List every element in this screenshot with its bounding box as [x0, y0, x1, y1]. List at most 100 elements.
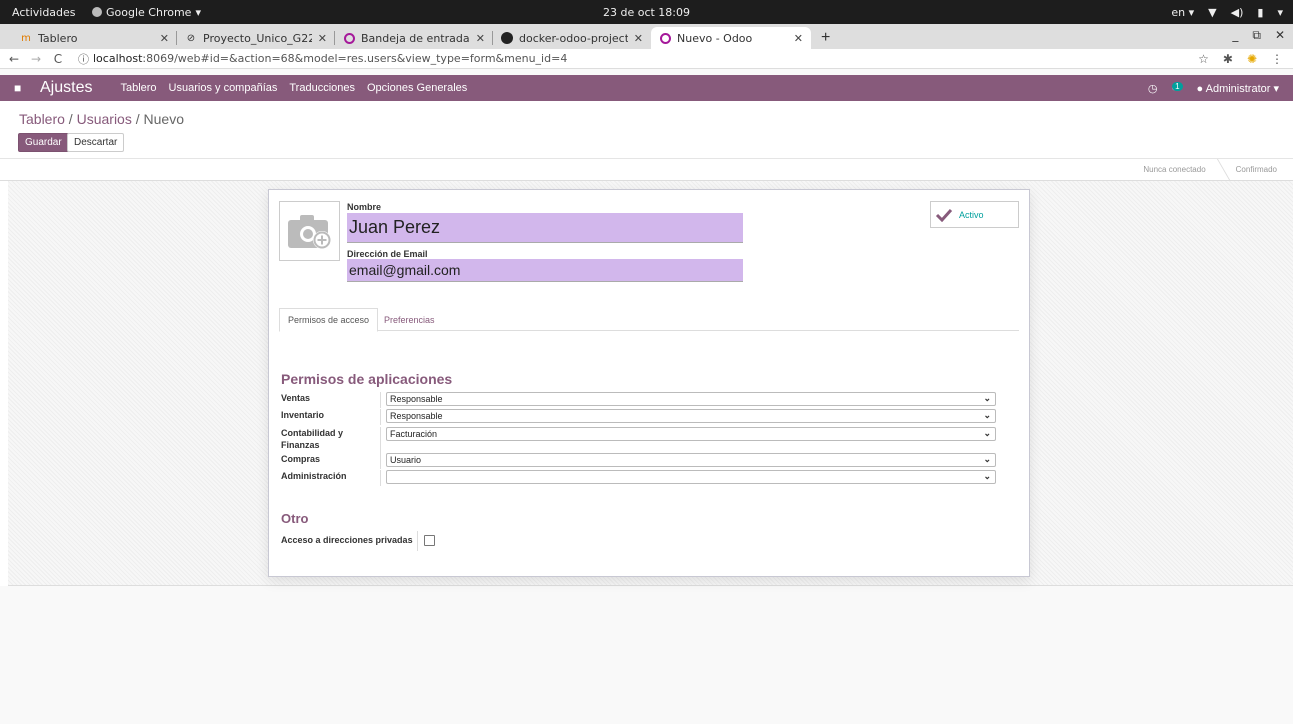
app-menu[interactable]: Google Chrome ▾ [92, 6, 201, 19]
extensions-icon[interactable]: ✱ [1223, 52, 1233, 66]
permission-select[interactable]: Responsable ⌄ [386, 409, 996, 423]
url-path: :8069/web#id=&action=68&model=res.users&… [142, 52, 568, 65]
permission-select[interactable]: ⌄ [386, 470, 996, 484]
odoo-logo-icon [343, 32, 355, 44]
battery-icon: ▮ [1257, 5, 1264, 19]
url-field[interactable]: ⓘ localhost:8069/web#id=&action=68&model… [78, 51, 567, 67]
name-field[interactable]: Juan Perez [347, 213, 743, 243]
chevron-down-icon: ⌄ [983, 393, 991, 403]
permission-row: Contabilidad y Finanzas Facturación ⌄ [281, 427, 1007, 453]
main-menu: Tablero Usuarios y compañías Traduccione… [114, 82, 473, 94]
menu-item[interactable]: Usuarios y compañías [163, 82, 284, 94]
activities-button[interactable]: Actividades [12, 6, 76, 19]
browser-tab[interactable]: docker-odoo-project/doc ✕ [493, 27, 651, 49]
chat-count-badge: 1 [1172, 82, 1183, 91]
permission-label: Inventario [281, 410, 325, 420]
status-stage[interactable]: Confirmado [1228, 159, 1285, 180]
save-button[interactable]: Guardar [18, 133, 69, 152]
email-value: email@gmail.com [349, 262, 461, 278]
breadcrumb-link[interactable]: Usuarios [77, 111, 132, 127]
forward-arrow-icon[interactable]: → [28, 52, 44, 66]
statusbar: Nunca conectado Confirmado [1135, 159, 1285, 180]
tab-preferences[interactable]: Preferencias [376, 308, 443, 332]
close-icon[interactable]: ✕ [160, 32, 169, 45]
odoo-systray: ◷ ●1 ● Administrator ▾ [1148, 82, 1279, 95]
select-value: Responsable [390, 411, 443, 421]
reload-icon[interactable]: C [50, 52, 66, 66]
menu-item[interactable]: Opciones Generales [361, 82, 473, 94]
email-field[interactable]: email@gmail.com [347, 259, 743, 282]
control-panel: Tablero / Usuarios / Nuevo Guardar Desca… [0, 101, 1293, 158]
discard-button[interactable]: Descartar [67, 133, 125, 152]
tab-title: Proyecto_Unico_G22020.p [203, 31, 312, 45]
select-value: Responsable [390, 394, 443, 404]
chevron-down-icon: ⌄ [983, 428, 991, 438]
volume-icon: ◀) [1230, 5, 1244, 19]
browser-actions: ☆ ✱ ✺ ⋮ [1198, 52, 1283, 66]
browser-tab[interactable]: Bandeja de entrada - Odo ✕ [335, 27, 493, 49]
chat-icon[interactable]: ●1 [1171, 82, 1183, 94]
notebook-tabs: Permisos de acceso Preferencias [279, 308, 1019, 332]
github-icon [501, 32, 513, 44]
close-icon[interactable]: ✕ [794, 32, 803, 45]
other-section-title: Otro [281, 511, 309, 526]
permission-row: Ventas Responsable ⌄ [281, 392, 1007, 408]
private-access-checkbox[interactable] [424, 535, 435, 546]
menu-item[interactable]: Traducciones [283, 82, 361, 94]
tab-title: Tablero [38, 31, 78, 45]
kebab-menu-icon[interactable]: ⋮ [1271, 52, 1283, 66]
system-tray[interactable]: en ▾ ▼ ◀) ▮ ▾ [1171, 6, 1283, 19]
permission-select[interactable]: Facturación ⌄ [386, 427, 996, 441]
user-name: Administrator [1205, 82, 1271, 95]
browser-tab-strip: m Tablero ✕ ⊘ Proyecto_Unico_G22020.p ✕ … [0, 24, 1293, 49]
name-value: Juan Perez [349, 217, 441, 237]
tab-label: Permisos de acceso [288, 315, 370, 325]
name-label: Nombre [347, 202, 382, 212]
new-tab-button[interactable]: + [811, 27, 840, 49]
close-icon[interactable]: ✕ [318, 32, 327, 45]
browser-tab-active[interactable]: Nuevo - Odoo ✕ [651, 27, 811, 49]
close-icon[interactable]: ✕ [1275, 28, 1285, 43]
odoo-logo-icon [659, 32, 671, 44]
info-icon[interactable]: ⓘ [78, 51, 89, 67]
back-arrow-icon[interactable]: ← [6, 52, 22, 66]
email-label: Dirección de Email [347, 249, 428, 259]
url-host: localhost [93, 52, 143, 65]
active-label: Activo [959, 209, 984, 220]
permission-select[interactable]: Responsable ⌄ [386, 392, 996, 406]
permission-row: Compras Usuario ⌄ [281, 453, 1007, 469]
close-icon[interactable]: ✕ [634, 32, 643, 45]
system-top-bar: Actividades Google Chrome ▾ 23 de oct 18… [0, 0, 1293, 24]
form-statusbar-row: Nunca conectado Confirmado [0, 158, 1293, 181]
permission-label: Compras [281, 454, 321, 464]
extension-icon[interactable]: ✺ [1247, 52, 1257, 66]
select-value: Facturación [390, 429, 438, 439]
permission-select[interactable]: Usuario ⌄ [386, 453, 996, 467]
chevron-down-icon: ▾ [1277, 5, 1283, 19]
breadcrumb-separator: / [64, 111, 77, 127]
breadcrumb-link[interactable]: Tablero [19, 111, 65, 127]
browser-tab[interactable]: ⊘ Proyecto_Unico_G22020.p ✕ [177, 27, 335, 49]
minimize-icon[interactable]: _ [1232, 28, 1238, 43]
restore-icon[interactable]: ⧉ [1252, 28, 1261, 43]
browser-tab[interactable]: m Tablero ✕ [12, 27, 177, 49]
language-label: en [1171, 5, 1186, 19]
active-toggle-button[interactable]: Activo [930, 201, 1019, 228]
user-menu[interactable]: ● Administrator ▾ [1197, 82, 1279, 95]
avatar-upload[interactable] [279, 201, 340, 261]
menu-item[interactable]: Tablero [114, 82, 162, 94]
permission-row: Administración ⌄ [281, 470, 1007, 486]
star-icon[interactable]: ☆ [1198, 52, 1209, 66]
tab-title: Bandeja de entrada - Odo [361, 31, 470, 45]
breadcrumb: Tablero / Usuarios / Nuevo [19, 111, 184, 127]
status-stage[interactable]: Nunca conectado [1135, 159, 1213, 180]
apps-grid-icon[interactable]: ■ [14, 81, 26, 95]
app-title[interactable]: Ajustes [40, 79, 92, 97]
language-indicator[interactable]: en ▾ [1171, 6, 1194, 19]
tab-title: Nuevo - Odoo [677, 31, 753, 45]
tab-access-rights[interactable]: Permisos de acceso [279, 308, 379, 332]
wifi-icon: ▼ [1208, 5, 1217, 19]
chevron-down-icon: ▾ [195, 5, 201, 19]
close-icon[interactable]: ✕ [476, 32, 485, 45]
clock-activity-icon[interactable]: ◷ [1148, 82, 1158, 95]
